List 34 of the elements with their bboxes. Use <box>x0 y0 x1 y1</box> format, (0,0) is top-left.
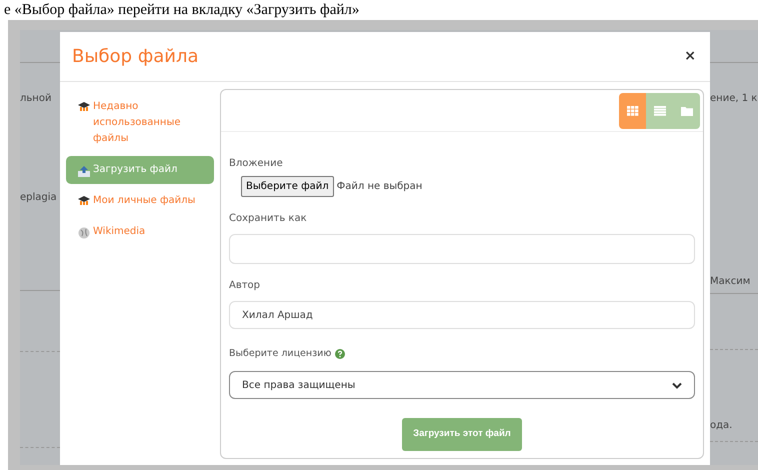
background-text: ода. <box>710 419 734 433</box>
list-icon <box>654 106 666 116</box>
save-as-field[interactable] <box>229 234 695 264</box>
file-source-item[interactable]: Мои личные файлы <box>66 187 214 215</box>
view-button[interactable] <box>619 93 646 129</box>
field-label: Выберите лицензию <box>229 347 332 361</box>
background-text: льной <box>20 92 52 106</box>
author-field[interactable]: Хилал Аршад <box>229 301 695 329</box>
chevron-down-icon <box>672 382 682 389</box>
folder-icon <box>680 106 692 116</box>
field-label: Автор <box>229 279 262 293</box>
file-status-text: Файл не выбран <box>336 180 422 194</box>
help-icon <box>335 349 346 360</box>
file-source-item[interactable]: Wikimedia <box>66 218 214 246</box>
mortarboard-icon <box>78 196 90 206</box>
file-source-item[interactable]: Недавно использованные файлы <box>66 93 214 153</box>
upload-file-button[interactable]: Загрузить этот файл <box>402 418 522 450</box>
globe-icon <box>78 227 90 239</box>
view-button[interactable] <box>646 93 673 129</box>
field-label: Вложение <box>229 157 284 171</box>
view-button[interactable] <box>673 93 700 129</box>
upload-icon <box>78 165 90 177</box>
dialog-title: Выбор файла <box>72 45 198 69</box>
mortarboard-icon <box>78 102 90 112</box>
license-select[interactable]: Все права защищены <box>229 371 695 400</box>
close-button[interactable]: × <box>682 46 698 67</box>
background-text: eplagia <box>20 191 58 205</box>
background-text: Максим <box>710 274 758 294</box>
choose-file-button[interactable]: Выберите файл <box>241 176 334 197</box>
background-text: ение, 1 к <box>710 92 758 106</box>
file-source-item[interactable]: Загрузить файл <box>66 156 214 184</box>
document-caption: е «Выбор файла» перейти на вкладку «Загрузить файл» <box>4 2 360 18</box>
grid-icon <box>626 106 638 116</box>
field-label: Сохранить как <box>229 212 308 226</box>
